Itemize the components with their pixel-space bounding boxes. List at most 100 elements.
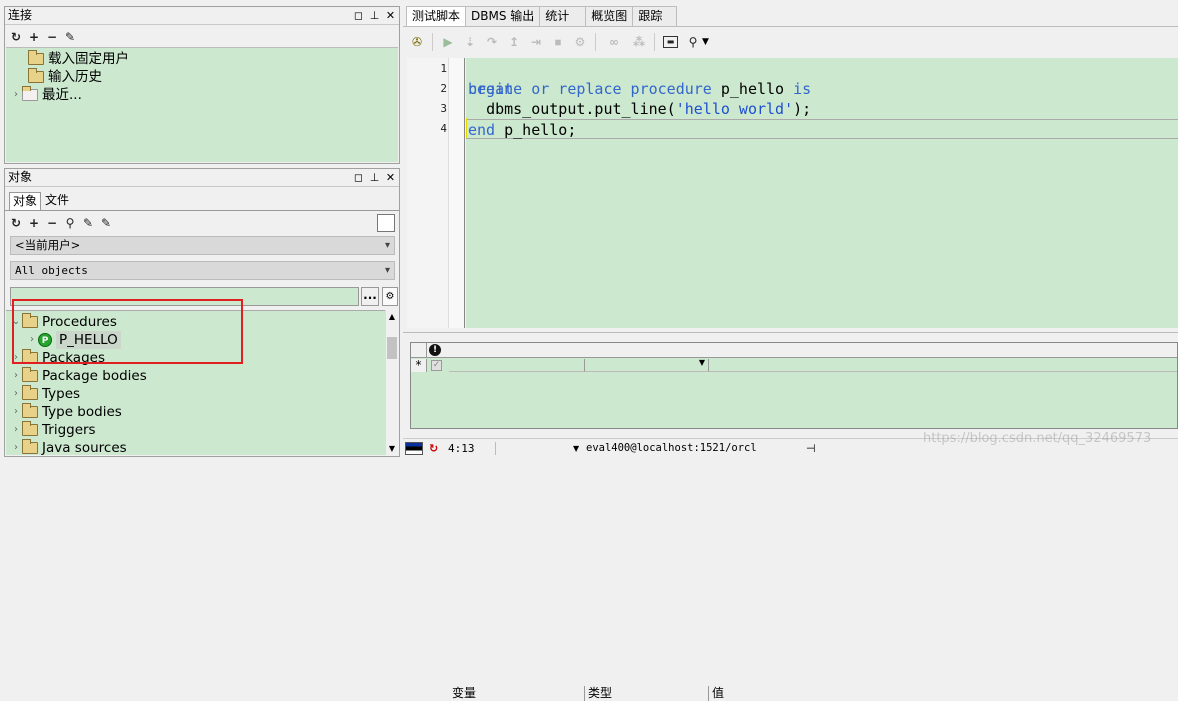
properties-icon[interactable]: ✎ <box>63 30 77 44</box>
panel-restore-icon[interactable]: ◻ <box>353 170 364 185</box>
variable-value-cell[interactable] <box>709 359 1177 372</box>
editor-tabs: 测试脚本 DBMS 输出 统计 概览图 跟踪 <box>406 6 678 27</box>
refresh-icon[interactable]: ↻ <box>9 216 23 230</box>
panel-close-icon[interactable]: ✕ <box>385 8 396 23</box>
tab-trace[interactable]: 跟踪 <box>632 6 678 26</box>
tree-scrollbar[interactable]: ▲ ▼ <box>385 310 398 455</box>
row-checkbox[interactable]: ✓ <box>431 360 442 371</box>
refresh-icon[interactable]: ↻ <box>429 439 438 458</box>
expand-arrow-icon[interactable]: › <box>10 385 22 403</box>
find-icon[interactable]: ⚲ <box>63 216 77 230</box>
break-icon[interactable]: ⚙ <box>573 35 587 49</box>
code-editor[interactable]: create or replace procedure p_hello is b… <box>466 58 1178 328</box>
tab-overview[interactable]: 概览图 <box>585 6 634 26</box>
tree-item-history[interactable]: 输入历史 <box>16 68 102 86</box>
tab-files[interactable]: 文件 <box>41 192 73 210</box>
panel-restore-icon[interactable]: ◻ <box>353 8 364 23</box>
tab-dbms-output[interactable]: DBMS 输出 <box>465 6 541 26</box>
editor-toolbar: ✇ ▶ ⇣ ↷ ↥ ⇥ ⏹ ⚙ ∞ ⁂ ▬ ⚲ ▼ <box>410 30 709 54</box>
checkbox-toggle[interactable] <box>377 214 395 232</box>
tab-statistics[interactable]: 统计 <box>539 6 587 26</box>
step-into-icon[interactable]: ⇣ <box>463 35 477 49</box>
step-out-icon[interactable]: ↥ <box>507 35 521 49</box>
line-number: 2 <box>440 82 447 95</box>
column-header-variable[interactable]: 变量 <box>449 686 585 701</box>
filter-options-icon[interactable]: ⚙ <box>382 287 398 306</box>
scroll-up-icon[interactable]: ▲ <box>386 310 398 323</box>
folder-icon <box>22 385 38 400</box>
tree-item-package-bodies[interactable]: › Package bodies <box>10 367 147 385</box>
scroll-down-icon[interactable]: ▼ <box>386 442 398 455</box>
monitor-icon[interactable]: ▬ <box>663 36 678 48</box>
run-to-exception-icon[interactable]: ⇥ <box>529 35 543 49</box>
run-icon[interactable]: ▶ <box>441 35 455 49</box>
expand-arrow-icon[interactable]: › <box>10 421 22 439</box>
pin-icon[interactable]: ⊣ <box>806 439 816 458</box>
code-line-4: end p_hello; <box>466 119 1178 139</box>
panel-pin-icon[interactable]: ⊥ <box>369 8 380 23</box>
line-number: 1 <box>440 62 447 75</box>
connection-info[interactable]: eval400@localhost:1521/orcl <box>586 439 757 458</box>
variables-grid: ! 变量 类型 值 * ✓ ▼ <box>410 342 1178 701</box>
line-number: 3 <box>440 102 447 115</box>
add-icon[interactable]: + <box>27 30 41 44</box>
expand-arrow-icon[interactable]: › <box>10 367 22 385</box>
panel-close-icon[interactable]: ✕ <box>385 170 396 185</box>
tab-objects[interactable]: 对象 <box>9 192 42 210</box>
info-icon: ! <box>429 344 441 356</box>
refresh-icon[interactable]: ↻ <box>9 30 23 44</box>
folder-icon <box>22 403 38 418</box>
debug-icon[interactable]: ✇ <box>410 35 424 49</box>
chevron-down-icon: ▾ <box>384 265 390 276</box>
tab-test-script[interactable]: 测试脚本 <box>406 6 467 27</box>
tree-item-recent[interactable]: › 最近... <box>10 86 82 104</box>
tree-item-fixed-users[interactable]: 载入固定用户 <box>16 50 129 68</box>
cursor-position: 4:13 <box>448 442 475 455</box>
connections-tree: 载入固定用户 输入历史 › 最近... <box>6 47 398 162</box>
watermark: https://blog.csdn.net/qq_32469573 <box>923 431 1152 446</box>
status-bar: ↻ 4:13 ▼ eval400@localhost:1521/orcl ⊣ h… <box>403 431 1178 458</box>
chevron-down-icon[interactable]: ▼ <box>702 37 709 47</box>
chevron-down-icon[interactable]: ▼ <box>573 439 579 458</box>
tree-item-java-sources[interactable]: › Java sources <box>10 439 127 455</box>
highlight-box <box>12 299 243 364</box>
remove-icon[interactable]: − <box>45 30 59 44</box>
tree-item-type-bodies[interactable]: › Type bodies <box>10 403 122 421</box>
properties-icon[interactable]: ✎ <box>81 216 95 230</box>
folder-icon <box>22 421 38 436</box>
tree-item-triggers[interactable]: › Triggers <box>10 421 96 439</box>
variable-name-cell[interactable] <box>449 359 585 372</box>
column-header-type[interactable]: 类型 <box>585 686 709 701</box>
panel-pin-icon[interactable]: ⊥ <box>369 170 380 185</box>
folder-icon <box>22 367 38 382</box>
variables-icon[interactable]: ⁂ <box>632 35 646 49</box>
recent-icon <box>22 86 38 101</box>
edit-icon[interactable]: ✎ <box>99 216 113 230</box>
objects-panel-title: 对象 ◻ ⊥ ✕ <box>5 169 399 187</box>
watch-icon[interactable]: ∞ <box>604 35 624 49</box>
connections-toolbar: ↻ + − ✎ <box>5 27 77 47</box>
owner-select[interactable]: <当前用户> ▾ <box>10 236 395 255</box>
zoom-icon[interactable]: ⚲ <box>686 35 700 49</box>
chevron-down-icon[interactable]: ▼ <box>699 358 705 367</box>
connections-panel: 连接 ◻ ⊥ ✕ ↻ + − ✎ 载入固定用户 输入历史 › 最近... <box>4 6 400 164</box>
tree-item-types[interactable]: › Types <box>10 385 80 403</box>
expand-arrow-icon[interactable]: › <box>10 403 22 421</box>
filter-browse-button[interactable]: ... <box>361 287 379 306</box>
chevron-down-icon: ▾ <box>384 240 390 251</box>
connections-panel-title: 连接 ◻ ⊥ ✕ <box>5 7 399 25</box>
line-gutter: 1 2 3 4 <box>407 58 449 328</box>
line-number: 4 <box>440 122 447 135</box>
scroll-thumb[interactable] <box>387 337 397 359</box>
step-over-icon[interactable]: ↷ <box>485 35 499 49</box>
add-icon[interactable]: + <box>27 216 41 230</box>
object-type-select[interactable]: All objects ▾ <box>10 261 395 280</box>
expand-arrow-icon[interactable]: › <box>10 86 22 104</box>
stop-icon[interactable]: ⏹ <box>551 35 565 49</box>
folder-icon <box>28 50 44 65</box>
column-header-value[interactable]: 值 <box>709 686 1177 701</box>
expand-arrow-icon[interactable]: › <box>10 439 22 455</box>
connection-flag-icon <box>405 442 423 455</box>
variable-type-cell[interactable]: ▼ <box>585 358 709 372</box>
remove-icon[interactable]: − <box>45 216 59 230</box>
